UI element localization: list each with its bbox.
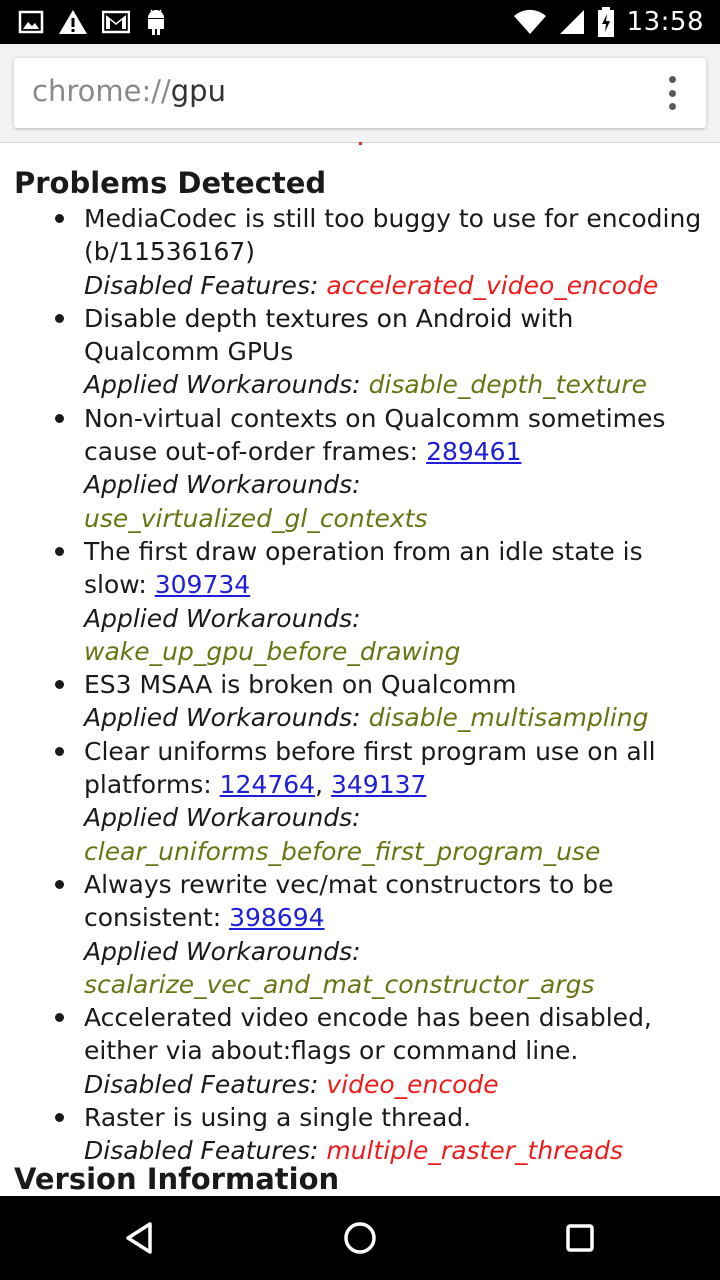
bug-link[interactable]: 124764 bbox=[220, 770, 315, 799]
problem-item: MediaCodec is still too buggy to use for… bbox=[0, 202, 720, 302]
problem-description: The first draw operation from an idle st… bbox=[84, 535, 710, 602]
battery-charging-icon bbox=[597, 7, 615, 37]
detail-label: Disabled Features: bbox=[84, 270, 319, 300]
problem-description: Accelerated video encode has been disabl… bbox=[84, 1001, 710, 1068]
bullet-icon bbox=[55, 1013, 64, 1023]
navigation-bar bbox=[0, 1196, 720, 1280]
problem-description: Always rewrite vec/mat constructors to b… bbox=[84, 868, 710, 935]
problem-item: Non-virtual contexts on Qualcomm sometim… bbox=[0, 402, 720, 535]
problem-item: Accelerated video encode has been disabl… bbox=[0, 1001, 720, 1101]
problem-item: ES3 MSAA is broken on Qualcomm Applied Wo… bbox=[0, 668, 720, 735]
problem-item: Always rewrite vec/mat constructors to b… bbox=[0, 868, 720, 1001]
url-scheme: chrome:// bbox=[32, 74, 171, 108]
bullet-icon bbox=[55, 680, 64, 690]
gmail-icon bbox=[102, 10, 130, 34]
detail-label: Disabled Features: bbox=[84, 1069, 319, 1099]
problem-description: ES3 MSAA is broken on Qualcomm bbox=[84, 668, 710, 701]
workaround-value: clear_uniforms_before_first_program_use bbox=[84, 836, 601, 866]
image-icon bbox=[18, 9, 44, 35]
url-host: gpu bbox=[170, 74, 226, 108]
bullet-icon bbox=[55, 1113, 64, 1123]
overflow-menu-button[interactable] bbox=[658, 76, 686, 110]
android-icon bbox=[144, 8, 168, 36]
problems-heading: Problems Detected bbox=[14, 166, 327, 200]
problem-detail: Applied Workarounds: use_virtualized_gl_… bbox=[84, 468, 710, 535]
detail-label: Disabled Features: bbox=[84, 1136, 319, 1166]
problem-description: MediaCodec is still too buggy to use for… bbox=[84, 202, 710, 269]
problem-detail: Applied Workarounds: disable_multisampli… bbox=[84, 701, 710, 734]
warning-icon bbox=[58, 9, 88, 35]
disabled-feature-value: multiple_raster_threads bbox=[326, 1136, 624, 1166]
bullet-icon bbox=[55, 746, 64, 756]
problem-detail: Applied Workarounds: scalarize_vec_and_ma… bbox=[84, 935, 710, 1002]
bug-link[interactable]: 289461 bbox=[426, 437, 521, 466]
workaround-value: disable_depth_texture bbox=[368, 370, 647, 400]
problem-item: Clear uniforms before first program use … bbox=[0, 735, 720, 868]
problem-item: The first draw operation from an idle st… bbox=[0, 535, 720, 668]
browser-toolbar: chrome://gpu bbox=[0, 44, 720, 143]
bullet-icon bbox=[55, 413, 64, 423]
back-icon bbox=[126, 1222, 152, 1254]
problem-description: Non-virtual contexts on Qualcomm sometim… bbox=[84, 402, 710, 469]
detail-label: Applied Workarounds: bbox=[84, 936, 361, 966]
problem-text: Accelerated video encode has been disabl… bbox=[84, 1003, 652, 1066]
problem-item: Disable depth textures on Android with Q… bbox=[0, 302, 720, 402]
problem-text: Always rewrite vec/mat constructors to b… bbox=[84, 869, 614, 933]
version-heading: Version Information bbox=[14, 1162, 340, 1196]
problem-item: Raster is using a single thread. Disabled… bbox=[0, 1101, 720, 1168]
back-button[interactable] bbox=[120, 1218, 160, 1258]
status-bar: 13:58 bbox=[0, 0, 720, 44]
problem-description: Disable depth textures on Android with Q… bbox=[84, 302, 710, 369]
workaround-value: disable_multisampling bbox=[368, 703, 649, 733]
workaround-value: wake_up_gpu_before_drawing bbox=[84, 636, 461, 666]
bullet-icon bbox=[55, 214, 64, 223]
url-text[interactable]: chrome://gpu bbox=[32, 74, 226, 108]
problem-text: Raster is using a single thread. bbox=[84, 1103, 472, 1133]
recents-icon bbox=[566, 1224, 594, 1252]
bug-link[interactable]: 398694 bbox=[229, 903, 324, 932]
workaround-value: use_virtualized_gl_contexts bbox=[84, 503, 428, 533]
problem-detail: Disabled Features: accelerated_video_enc… bbox=[84, 269, 710, 302]
problem-text: Disable depth textures on Android with Q… bbox=[84, 303, 574, 367]
problem-text: MediaCodec is still too buggy to use for… bbox=[84, 204, 702, 267]
status-clock: 13:58 bbox=[626, 7, 704, 37]
problem-description: Clear uniforms before first program use … bbox=[84, 736, 656, 800]
recents-button[interactable] bbox=[560, 1218, 600, 1258]
bug-link[interactable]: 349137 bbox=[331, 770, 426, 799]
bullet-icon bbox=[55, 313, 64, 323]
problem-description: Raster is using a single thread. bbox=[84, 1101, 710, 1134]
menu-dot bbox=[668, 76, 676, 83]
detail-label: Applied Workarounds: bbox=[84, 803, 361, 833]
problem-detail: Applied Workarounds: clear_uniforms_befor… bbox=[84, 801, 710, 868]
problem-text: Non-virtual contexts on Qualcomm sometim… bbox=[84, 403, 666, 467]
problem-detail: Applied Workarounds: disable_depth_textu… bbox=[84, 368, 710, 401]
bullet-icon bbox=[55, 879, 64, 889]
disabled-feature-value: accelerated_video_encode bbox=[326, 270, 659, 300]
problems-list: MediaCodec is still too buggy to use for… bbox=[0, 202, 720, 1168]
detail-label: Applied Workarounds: bbox=[84, 470, 361, 500]
detail-label: Applied Workarounds: bbox=[84, 370, 361, 400]
home-icon bbox=[344, 1222, 376, 1254]
omnibox[interactable]: chrome://gpu bbox=[14, 58, 706, 128]
problem-detail: Disabled Features: video_encode bbox=[84, 1068, 710, 1101]
bug-link[interactable]: 309734 bbox=[155, 570, 250, 599]
detail-label: Applied Workarounds: bbox=[84, 703, 361, 733]
menu-dot bbox=[668, 89, 676, 97]
home-button[interactable] bbox=[340, 1218, 380, 1258]
detail-label: Applied Workarounds: bbox=[84, 603, 361, 633]
page-content[interactable]: Problems Detected MediaCodec is still to… bbox=[0, 146, 720, 1196]
menu-dot bbox=[668, 103, 676, 110]
workaround-value: scalarize_vec_and_mat_constructor_args bbox=[84, 969, 595, 999]
problem-detail: Applied Workarounds: wake_up_gpu_before_d… bbox=[84, 602, 710, 669]
problem-text: ES3 MSAA is broken on Qualcomm bbox=[84, 670, 517, 700]
page-load-progress bbox=[359, 142, 362, 145]
disabled-feature-value: video_encode bbox=[326, 1069, 499, 1099]
signal-icon bbox=[559, 9, 585, 35]
wifi-icon bbox=[513, 9, 547, 35]
bullet-icon bbox=[55, 546, 64, 556]
